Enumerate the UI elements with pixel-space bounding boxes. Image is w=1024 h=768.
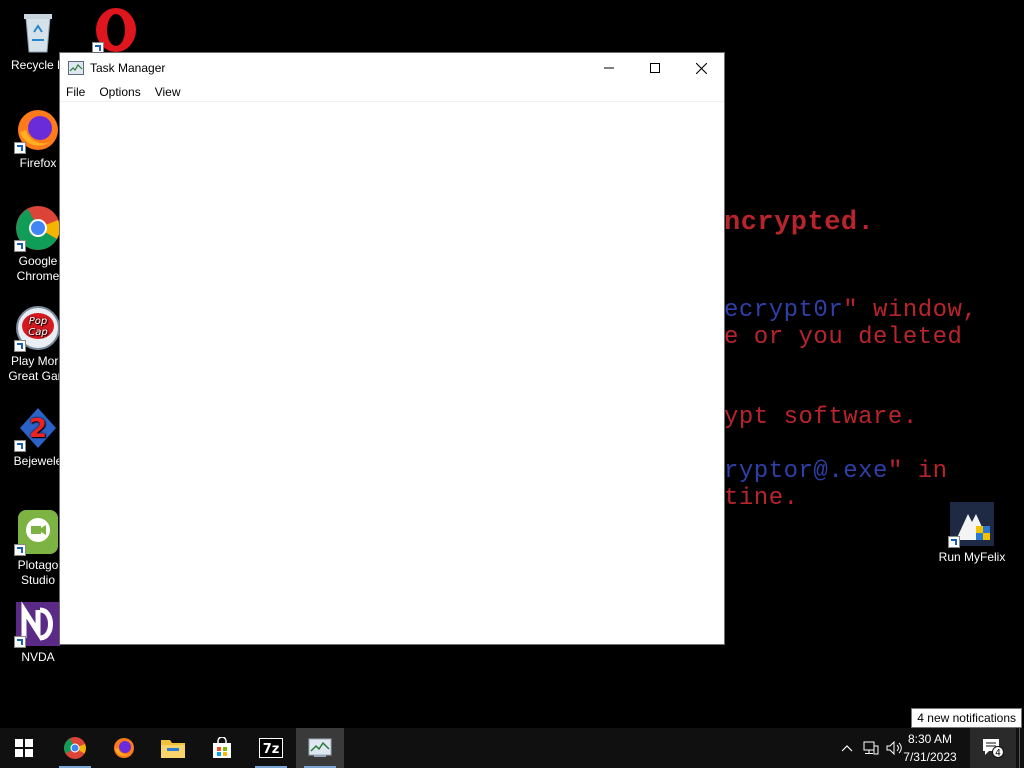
wallpaper-line-1: ncrypted. bbox=[724, 208, 875, 238]
title-bar[interactable]: Task Manager bbox=[60, 53, 724, 83]
shortcut-arrow-icon bbox=[14, 636, 26, 648]
show-desktop-button[interactable] bbox=[1019, 728, 1024, 768]
window-content bbox=[60, 101, 724, 644]
minimize-icon bbox=[604, 67, 614, 69]
maximize-button[interactable] bbox=[632, 53, 678, 83]
plotagon-icon bbox=[14, 508, 62, 556]
wallpaper-line-4: ypt software. bbox=[724, 404, 918, 431]
network-button[interactable] bbox=[859, 728, 883, 768]
opera-icon bbox=[92, 6, 140, 54]
start-icon bbox=[15, 739, 33, 757]
close-icon bbox=[695, 62, 707, 74]
taskbar-task-manager[interactable] bbox=[296, 728, 344, 768]
menu-file[interactable]: File bbox=[66, 85, 85, 99]
show-hidden-icons-button[interactable] bbox=[836, 728, 858, 768]
shortcut-arrow-icon bbox=[14, 240, 26, 252]
wallpaper-line-2: ecrypt0r" window, bbox=[724, 297, 977, 324]
chevron-up-icon bbox=[841, 745, 853, 752]
taskbar-chrome[interactable] bbox=[51, 728, 99, 768]
chrome-icon bbox=[14, 204, 62, 252]
recycle-bin-icon bbox=[14, 8, 62, 56]
svg-text:2: 2 bbox=[29, 414, 47, 444]
task-manager-window[interactable]: Task Manager File Options View bbox=[60, 53, 724, 644]
bejeweled-icon: 2 bbox=[14, 404, 62, 452]
clock-time: 8:30 AM bbox=[907, 732, 953, 746]
menu-options[interactable]: Options bbox=[99, 85, 140, 99]
taskbar: 7z 8:30 AM 7/31/2023 4 bbox=[0, 728, 1024, 768]
desktop-icon-myfelix[interactable]: Run MyFelix bbox=[934, 500, 1010, 565]
menu-bar: File Options View bbox=[60, 83, 724, 101]
menu-view[interactable]: View bbox=[155, 85, 181, 99]
window-title: Task Manager bbox=[90, 61, 166, 75]
action-center-button[interactable]: 4 bbox=[970, 728, 1016, 768]
task-manager-icon bbox=[68, 61, 84, 75]
desktop-icon-opera[interactable] bbox=[78, 6, 154, 56]
desktop-icon-label: Run MyFelix bbox=[938, 550, 1006, 564]
svg-text:Cap: Cap bbox=[28, 327, 47, 338]
wallpaper-line-2-red: " window, bbox=[843, 297, 978, 324]
shortcut-arrow-icon bbox=[14, 340, 26, 352]
wallpaper-line-5: ryptor@.exe" in bbox=[724, 458, 948, 485]
taskbar-store[interactable] bbox=[198, 728, 246, 768]
window-controls bbox=[586, 53, 724, 83]
store-icon bbox=[213, 737, 231, 758]
shortcut-arrow-icon bbox=[14, 142, 26, 154]
svg-text:7z: 7z bbox=[263, 742, 280, 757]
wallpaper-line-6: tine. bbox=[724, 485, 799, 512]
shortcut-arrow-icon bbox=[948, 536, 960, 548]
7zip-icon: 7z bbox=[259, 738, 283, 758]
notification-tooltip: 4 new notifications bbox=[911, 708, 1022, 728]
chrome-icon bbox=[64, 737, 86, 759]
popcap-icon: Pop Cap bbox=[14, 304, 62, 352]
start-button[interactable] bbox=[0, 728, 48, 768]
network-icon bbox=[863, 741, 879, 755]
notification-count: 4 bbox=[995, 749, 1001, 759]
close-button[interactable] bbox=[678, 53, 724, 83]
notification-icon: 4 bbox=[983, 739, 1004, 759]
desktop-icon-label: NVDA bbox=[21, 650, 55, 664]
clock[interactable]: 8:30 AM 7/31/2023 bbox=[898, 730, 962, 766]
clock-date: 7/31/2023 bbox=[903, 750, 957, 764]
shortcut-arrow-icon bbox=[14, 440, 26, 452]
wallpaper-line-2-blue: ecrypt0r bbox=[724, 297, 844, 324]
maximize-icon bbox=[650, 63, 660, 73]
svg-text:Pop: Pop bbox=[29, 316, 48, 327]
wallpaper-line-5-red: " in bbox=[887, 458, 948, 485]
shortcut-arrow-icon bbox=[14, 544, 26, 556]
minimize-button[interactable] bbox=[586, 53, 632, 83]
taskbar-7zip[interactable]: 7z bbox=[247, 728, 295, 768]
taskbar-firefox[interactable] bbox=[100, 728, 148, 768]
taskbar-file-explorer[interactable] bbox=[149, 728, 197, 768]
wallpaper-line-3: e or you deleted bbox=[724, 324, 963, 351]
myfelix-icon bbox=[948, 500, 996, 548]
nvda-icon bbox=[14, 600, 62, 648]
firefox-icon bbox=[114, 738, 134, 758]
file-explorer-icon bbox=[161, 740, 185, 758]
wallpaper-line-5-blue: ryptor@.exe bbox=[724, 458, 888, 485]
firefox-icon bbox=[14, 106, 62, 154]
task-manager-icon bbox=[308, 738, 332, 757]
